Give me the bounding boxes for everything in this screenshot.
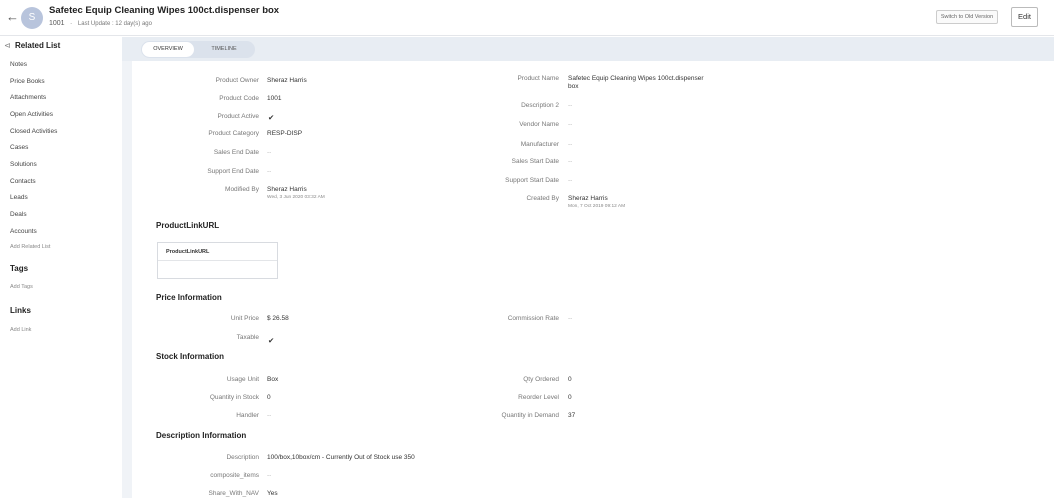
composite-items-value[interactable]: -- [267, 472, 271, 479]
sidebar-item-attachments[interactable]: Attachments [10, 94, 46, 101]
avatar: S [21, 7, 43, 29]
record-code: 1001 [49, 20, 65, 27]
product-category-label: Product Category [208, 130, 259, 137]
reorder-level-label: Reorder Level [518, 394, 559, 401]
add-related-list-link[interactable]: Add Related List [10, 244, 50, 250]
support-start-date-label: Support Start Date [505, 177, 559, 184]
vendor-name-label: Vendor Name [519, 121, 559, 128]
composite-items-label: composite_items [210, 472, 259, 479]
add-tags-link[interactable]: Add Tags [10, 284, 33, 290]
description-label: Description [226, 454, 259, 461]
product-name-value-line1[interactable]: Safetec Equip Cleaning Wipes 100ct.dispe… [568, 75, 704, 82]
edit-button[interactable]: Edit [1011, 7, 1038, 27]
sidebar-item-open-activities[interactable]: Open Activities [10, 111, 53, 118]
description-2-label: Description 2 [521, 102, 559, 109]
switch-version-button[interactable]: Switch to Old Version [936, 10, 998, 24]
sidebar-item-closed-activities[interactable]: Closed Activities [10, 128, 57, 135]
back-arrow-icon[interactable]: ← [6, 9, 19, 24]
usage-unit-value[interactable]: Box [267, 376, 278, 383]
tab-bar: OVERVIEW TIMELINE [122, 37, 1054, 61]
price-section-title: Price Information [156, 293, 222, 302]
tab-overview[interactable]: OVERVIEW [142, 42, 194, 57]
unit-price-value[interactable]: $ 26.58 [267, 315, 289, 322]
productlinkurl-column-header: ProductLinkURL [158, 243, 277, 261]
quantity-in-demand-label: Quantity in Demand [501, 412, 559, 419]
support-end-date-value[interactable]: -- [267, 168, 271, 175]
taxable-check-icon[interactable]: ✔ [268, 336, 274, 345]
sidebar-item-leads[interactable]: Leads [10, 194, 28, 201]
product-name-value-line2[interactable]: box [568, 83, 578, 90]
last-update: Last Update : 12 day(s) ago [77, 21, 152, 27]
links-heading: Links [10, 306, 31, 315]
quantity-in-demand-value[interactable]: 37 [568, 412, 575, 419]
sidebar-item-solutions[interactable]: Solutions [10, 161, 37, 168]
detail-content: Product Owner Sheraz Harris Product Code… [132, 61, 1054, 498]
created-by-value[interactable]: Sheraz Harris [568, 195, 608, 202]
description-2-value[interactable]: -- [568, 102, 572, 109]
related-list-sidebar: ⊲ Related List Notes Price Books Attachm… [0, 37, 122, 498]
stock-section-title: Stock Information [156, 352, 225, 361]
product-category-value[interactable]: RESP-DISP [267, 130, 302, 137]
product-owner-label: Product Owner [215, 77, 259, 84]
main-panel: OVERVIEW TIMELINE Product Owner Sheraz H… [122, 37, 1054, 498]
usage-unit-label: Usage Unit [226, 376, 259, 383]
manufacturer-label: Manufacturer [520, 141, 559, 148]
tags-heading: Tags [10, 264, 29, 273]
unit-price-label: Unit Price [230, 315, 259, 322]
created-by-label: Created By [526, 195, 559, 202]
record-header: ← S Safetec Equip Cleaning Wipes 100ct.d… [0, 0, 1054, 36]
support-end-date-label: Support End Date [207, 168, 259, 175]
product-name-label: Product Name [517, 75, 559, 82]
sales-end-date-label: Sales End Date [213, 149, 259, 156]
qty-ordered-value[interactable]: 0 [568, 376, 572, 383]
sidebar-item-notes[interactable]: Notes [10, 61, 27, 68]
handler-label: Handler [236, 412, 259, 419]
description-section-title: Description Information [156, 431, 247, 440]
commission-rate-value[interactable]: -- [568, 315, 572, 322]
productlinkurl-table: ProductLinkURL [157, 242, 278, 279]
record-title: Safetec Equip Cleaning Wipes 100ct.dispe… [49, 5, 280, 16]
reorder-level-value[interactable]: 0 [568, 394, 572, 401]
product-code-label: Product Code [219, 95, 259, 102]
taxable-label: Taxable [236, 334, 259, 341]
tab-timeline[interactable]: TIMELINE [197, 42, 251, 57]
commission-rate-label: Commission Rate [507, 315, 559, 322]
sidebar-item-cases[interactable]: Cases [10, 144, 28, 151]
sidebar-item-contacts[interactable]: Contacts [10, 178, 36, 185]
modified-by-label: Modified By [225, 186, 259, 193]
related-list-header[interactable]: ⊲ Related List [4, 41, 60, 50]
manufacturer-value[interactable]: -- [568, 141, 572, 148]
quantity-in-stock-value[interactable]: 0 [267, 394, 271, 401]
product-active-check-icon[interactable]: ✔ [268, 113, 274, 122]
collapse-icon[interactable]: ⊲ [4, 41, 11, 50]
description-value[interactable]: 100/box,10box/cm - Currently Out of Stoc… [267, 454, 415, 461]
related-list-title: Related List [14, 41, 61, 50]
modified-by-timestamp: Wed, 3 Jun 2020 03:32 AM [267, 195, 325, 200]
handler-value[interactable]: -- [267, 412, 271, 419]
product-owner-value[interactable]: Sheraz Harris [267, 77, 307, 84]
created-by-timestamp: Mon, 7 Oct 2019 09:12 AM [568, 204, 626, 209]
quantity-in-stock-label: Quantity in Stock [209, 394, 259, 401]
share-with-nav-value[interactable]: Yes [267, 490, 278, 497]
product-active-label: Product Active [217, 113, 259, 120]
vendor-name-value[interactable]: -- [568, 121, 572, 128]
productlinkurl-section-title: ProductLinkURL [156, 221, 220, 230]
record-subtitle: 1001 - Last Update : 12 day(s) ago [49, 20, 152, 27]
sales-start-date-value[interactable]: -- [568, 158, 572, 165]
modified-by-value[interactable]: Sheraz Harris [267, 186, 307, 193]
qty-ordered-label: Qty Ordered [523, 376, 559, 383]
share-with-nav-label: Share_With_NAV [208, 490, 259, 497]
sidebar-item-deals[interactable]: Deals [10, 211, 27, 218]
tab-group: OVERVIEW TIMELINE [141, 41, 255, 58]
product-code-value[interactable]: 1001 [267, 95, 281, 102]
sales-start-date-label: Sales Start Date [511, 158, 559, 165]
subtitle-separator: - [70, 21, 73, 27]
support-start-date-value[interactable]: -- [568, 177, 572, 184]
sales-end-date-value[interactable]: -- [267, 149, 271, 156]
sidebar-item-price-books[interactable]: Price Books [10, 78, 45, 85]
add-link-link[interactable]: Add Link [10, 327, 31, 333]
sidebar-item-accounts[interactable]: Accounts [10, 228, 37, 235]
